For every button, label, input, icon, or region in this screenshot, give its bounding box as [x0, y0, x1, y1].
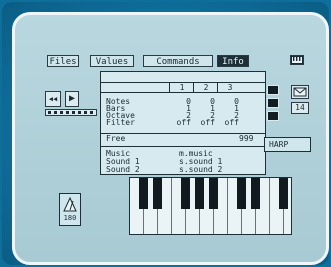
channel-1-toggle[interactable] — [267, 85, 279, 95]
play-icon: ▶ — [68, 93, 76, 104]
sound2-label: Sound 2 — [106, 165, 140, 174]
row-label-filter: Filter — [106, 118, 135, 127]
rewind-icon: ◀◀ — [48, 95, 58, 103]
channel-table: 1 2 3 Notes 0 0 0 Bars 1 1 1 Octave 2 2 … — [101, 72, 265, 134]
channel-header-1: 1 — [169, 82, 194, 93]
mailbox-icon[interactable] — [291, 85, 309, 99]
rewind-button[interactable]: ◀◀ — [45, 91, 61, 107]
menu-commands[interactable]: Commands — [143, 55, 213, 67]
filter-3: off — [224, 118, 239, 127]
instrument-name[interactable]: HARP — [264, 137, 311, 152]
black-key[interactable] — [139, 178, 148, 209]
free-value: 999 — [239, 134, 254, 143]
menu-files[interactable]: Files — [47, 55, 79, 67]
black-key[interactable] — [209, 178, 218, 209]
black-key[interactable] — [195, 178, 204, 209]
file-divider — [101, 146, 265, 147]
play-button[interactable]: ▶ — [65, 91, 79, 107]
black-key[interactable] — [237, 178, 246, 209]
keyboard-icon[interactable] — [290, 55, 304, 65]
sound2-file: s.sound 2 — [179, 165, 223, 174]
filter-1: off — [176, 118, 191, 127]
black-key[interactable] — [279, 178, 288, 209]
channel-3-toggle[interactable] — [267, 111, 279, 121]
channel-header-3: 3 — [217, 82, 242, 93]
menu-info[interactable]: Info — [217, 55, 249, 67]
black-key[interactable] — [153, 178, 162, 209]
tempo-control[interactable]: 180 — [59, 193, 81, 226]
bar-indicator-icon — [45, 109, 97, 116]
channel-2-toggle[interactable] — [267, 98, 279, 108]
filter-2: off — [200, 118, 215, 127]
info-panel: 1 2 3 Notes 0 0 0 Bars 1 1 1 Octave 2 2 … — [100, 71, 266, 175]
piano-keyboard[interactable] — [129, 177, 292, 235]
tempo-value: 180 — [63, 214, 77, 222]
monitor-bezel: Files Values Commands Info ◀◀ ▶ 1 2 3 No… — [2, 2, 329, 265]
black-key[interactable] — [251, 178, 260, 209]
screen: Files Values Commands Info ◀◀ ▶ 1 2 3 No… — [12, 12, 329, 265]
channel-header-2: 2 — [193, 82, 218, 93]
black-key[interactable] — [181, 178, 190, 209]
bar-counter: 14 — [291, 102, 309, 114]
menu-values[interactable]: Values — [90, 55, 134, 67]
metronome-icon — [63, 196, 77, 212]
free-label: Free — [106, 134, 126, 143]
